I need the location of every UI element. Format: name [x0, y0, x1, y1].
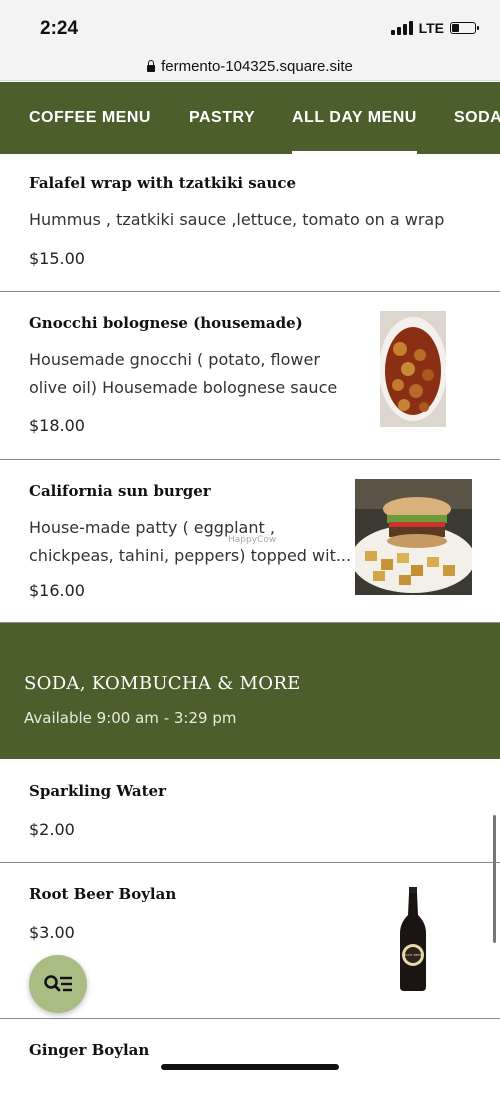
- item-name: Sparkling Water: [29, 782, 166, 800]
- item-description: Hummus , tzatkiki sauce ,lettuce, tomato…: [29, 210, 445, 229]
- section-header-soda-kombucha: SODA, KOMBUCHA & MORE Available 9:00 am …: [0, 623, 500, 759]
- tab-coffee-menu[interactable]: COFFEE MENU: [29, 82, 151, 154]
- menu-item-california-sun-burger[interactable]: California sun burger House-made patty (…: [0, 460, 500, 623]
- item-price: $15.00: [29, 249, 85, 268]
- menu-item-ginger-boylan[interactable]: Ginger Boylan: [0, 1019, 500, 1099]
- item-description-line-2: chickpeas, tahini, peppers) topped wit..…: [29, 546, 352, 565]
- section-availability: Available 9:00 am - 3:29 pm: [24, 709, 237, 727]
- item-name: Gnocchi bolognese (housemade): [29, 314, 303, 332]
- home-indicator[interactable]: [161, 1064, 339, 1070]
- lock-icon: [147, 59, 156, 72]
- item-price: $16.00: [29, 581, 85, 600]
- status-bar: 2:24 LTE: [0, 0, 500, 52]
- signal-icon: [390, 21, 413, 35]
- item-name: California sun burger: [29, 482, 211, 500]
- item-description-line-1: Housemade gnocchi ( potato, flower: [29, 350, 320, 369]
- bottle-label-text: ROOT BEER: [404, 953, 422, 957]
- menu-item-sparkling-water[interactable]: Sparkling Water $2.00: [0, 760, 500, 863]
- search-list-icon: [44, 975, 72, 992]
- menu-search-fab[interactable]: [29, 955, 87, 1013]
- tab-pastry[interactable]: PASTRY: [189, 82, 255, 154]
- item-price: $18.00: [29, 416, 85, 435]
- tab-soda[interactable]: SODA: [454, 82, 500, 154]
- battery-icon: [450, 22, 479, 34]
- url-text: fermento-104325.square.site: [161, 57, 353, 75]
- menu-item-gnocchi-bolognese[interactable]: Gnocchi bolognese (housemade) Housemade …: [0, 292, 500, 460]
- status-time: 2:24: [40, 18, 79, 39]
- item-price: $2.00: [29, 820, 75, 839]
- category-nav: COFFEE MENU PASTRY ALL DAY MENU SODA: [0, 82, 500, 154]
- item-name: Root Beer Boylan: [29, 885, 177, 903]
- item-name: Falafel wrap with tzatkiki sauce: [29, 174, 297, 192]
- menu-item-falafel-wrap[interactable]: Falafel wrap with tzatkiki sauce Hummus …: [0, 154, 500, 292]
- item-description-line-2: olive oil) Housemade bolognese sauce: [29, 378, 338, 397]
- burger-photo[interactable]: [355, 479, 472, 595]
- url-bar[interactable]: fermento-104325.square.site: [0, 52, 500, 81]
- status-indicators: LTE: [390, 20, 479, 36]
- happycow-watermark: HappyCow: [228, 535, 277, 545]
- scrollbar[interactable]: [493, 815, 496, 943]
- tab-all-day-menu[interactable]: ALL DAY MENU: [292, 82, 417, 154]
- section-title: SODA, KOMBUCHA & MORE: [24, 673, 301, 694]
- item-name: Ginger Boylan: [29, 1041, 150, 1059]
- item-price: $3.00: [29, 923, 75, 942]
- network-type: LTE: [418, 20, 444, 36]
- root-beer-bottle-photo[interactable]: ROOT BEER: [398, 887, 428, 992]
- gnocchi-photo[interactable]: [380, 311, 446, 427]
